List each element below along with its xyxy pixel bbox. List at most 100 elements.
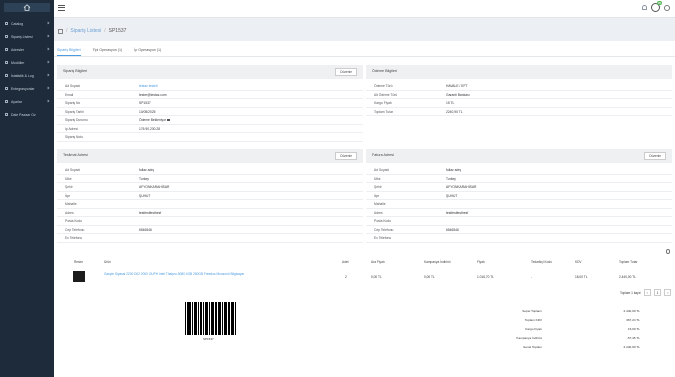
edit-order-button[interactable]: Düzenle xyxy=(335,68,357,76)
next-page-button[interactable]: › xyxy=(664,289,672,296)
info-row: Sipariş No SP1537 xyxy=(57,99,363,108)
column-header: Kampanya İndirimi xyxy=(424,260,451,264)
column-header: Fiyatı xyxy=(477,260,485,264)
info-row: Cep Telefonu 6546546 xyxy=(57,226,363,234)
sidebar-item-marketplace[interactable]: Dale Pazaar Oz xyxy=(0,108,54,121)
row-key: Adres xyxy=(374,210,383,215)
home-logo[interactable] xyxy=(4,3,50,12)
edit-shipping-button[interactable]: Düzenle xyxy=(335,152,357,160)
sidebar-item-catalog[interactable]: Catalog xyxy=(0,17,54,30)
row-key: Kargo Fiyatı xyxy=(374,101,392,105)
breadcrumb-orders-link[interactable]: Sipariş Listesi xyxy=(70,28,101,34)
tab-order-info[interactable]: Sipariş Bilgileri xyxy=(57,46,81,56)
total-value: 2.440,00 TL xyxy=(623,309,640,313)
sidebar-item-stats[interactable]: İstatistik & Log xyxy=(0,69,54,82)
edit-icon[interactable] xyxy=(167,118,170,121)
tab-divider xyxy=(54,56,675,57)
row-value: testfestfesthesf xyxy=(446,210,469,215)
home-icon[interactable] xyxy=(58,28,63,34)
logout-icon[interactable] xyxy=(664,4,670,11)
product-image[interactable] xyxy=(73,271,85,282)
prev-page-button[interactable]: ‹ xyxy=(643,289,651,296)
row-value: 176.90.230.28 xyxy=(139,126,161,131)
tab-ip-operations[interactable]: İp Operasyon (1) xyxy=(134,46,161,56)
user-icon[interactable]: 35 xyxy=(651,1,662,12)
edit-billing-button[interactable]: Düzenle xyxy=(644,152,666,160)
panel-title: Fatura Adresi xyxy=(372,153,394,157)
row-value: AFYONKARAHİSAR xyxy=(139,185,170,189)
breadcrumb-separator: / xyxy=(104,28,106,34)
barcode-bar xyxy=(225,302,227,335)
info-row: Posta Kodu xyxy=(57,217,363,226)
info-row: İlçe ŞUHUT xyxy=(57,192,363,200)
info-row: Sipariş Notu xyxy=(57,133,363,142)
info-row: Mahalle xyxy=(57,200,363,209)
tab-type-operations[interactable]: Tipi Operasyon (1) xyxy=(93,46,123,56)
column-header: Ara Fiyatı xyxy=(371,260,385,264)
barcode-bar xyxy=(219,302,222,335)
vat-cell: 18,00 TL xyxy=(575,275,588,279)
sidebar-item-addresses[interactable]: Adresler xyxy=(0,43,54,56)
breadcrumb-separator: / xyxy=(66,28,68,34)
breadcrumb-current: SP1537 xyxy=(108,28,127,34)
gear-icon[interactable] xyxy=(665,249,670,254)
menu-toggle-icon[interactable] xyxy=(58,5,65,12)
pagination: Toplam 1 kayıt ‹ 1 › xyxy=(620,289,672,296)
sidebar-item-label: İstatistik & Log xyxy=(11,73,34,78)
barcode-bar xyxy=(193,302,196,335)
total-row: Kargo Fiyatı 15,00 TL xyxy=(490,327,640,336)
row-value: HAVALE / EFT xyxy=(446,84,468,88)
info-row: Mahalle xyxy=(366,200,672,209)
row-value: Turkey xyxy=(446,176,456,181)
barcode-bar xyxy=(206,302,209,335)
panel-header: Ödeme Bilgileri xyxy=(366,65,672,79)
external-link-icon xyxy=(5,113,8,116)
row-value: testfestfesthesf xyxy=(139,210,162,215)
sidebar-item-modules[interactable]: Modüller xyxy=(0,56,54,69)
panel-header: Fatura Adresi Düzenle xyxy=(366,149,672,163)
row-key: İlçe xyxy=(65,193,71,198)
info-row: İlçe ŞUHUT xyxy=(366,192,672,200)
stats-icon xyxy=(5,74,8,77)
product-name-link[interactable]: Gaspin Siyasal 2200 D02 2000 OUPH Intel … xyxy=(104,272,294,276)
row-value: Turkey xyxy=(139,176,149,181)
info-row: Sipariş Tarihi 10/05/2025 xyxy=(57,108,363,116)
sidebar-item-label: Ayarlar xyxy=(11,99,23,104)
panel-title: Sipariş Bilgileri xyxy=(63,69,88,73)
info-row: Ad Soyadı fullaz adrş xyxy=(57,166,363,175)
total-cell: 2.440,00 TL xyxy=(619,275,636,279)
row-key: Adres xyxy=(65,210,74,215)
row-value: 6546546 xyxy=(446,227,459,232)
row-key: Alt Ödeme Türü xyxy=(374,92,398,97)
info-row: Ev Telefonu xyxy=(57,234,363,243)
page-number[interactable]: 1 xyxy=(653,289,662,296)
info-row: Cep Telefonu 6546546 xyxy=(366,226,672,234)
order-barcode xyxy=(185,302,236,336)
barcode-text: SP1537 xyxy=(203,337,214,341)
orders-icon xyxy=(5,35,8,38)
row-value: ŞUHUT xyxy=(446,193,458,198)
sidebar-item-orders[interactable]: Sipariş Listesi xyxy=(0,30,54,43)
row-key: İlçe xyxy=(374,193,380,198)
sidebar-item-integrations[interactable]: Entegrasyonlar xyxy=(0,82,54,95)
sidebar-nav: Catalog Sipariş Listesi Adresler Modülle… xyxy=(0,17,54,121)
record-count: Toplam 1 kayıt xyxy=(620,290,641,295)
info-row: Sipariş Durumu Ödeme Bekleniyor xyxy=(57,116,363,125)
column-header: Resim xyxy=(74,260,84,264)
sidebar-item-label: Modüller xyxy=(11,60,25,65)
total-label: Kampanya İndirimi xyxy=(516,336,542,340)
customer-name-link[interactable]: testaz testetl xyxy=(139,84,158,88)
info-row: Ad Soyadı fullaz adrş xyxy=(366,166,672,175)
panel-header: Sipariş Bilgileri Düzenle xyxy=(57,65,363,79)
total-value: 2.240,90 TL xyxy=(623,345,640,349)
bell-icon[interactable] xyxy=(642,5,647,10)
address-icon xyxy=(5,48,8,51)
info-row: Şehir AFYONKARAHİSAR xyxy=(366,183,672,192)
row-key: Ad Soyadı xyxy=(65,168,81,172)
sidebar-item-label: Sipariş Listesi xyxy=(11,34,33,39)
row-key: Ev Telefonu xyxy=(65,236,83,240)
sidebar-item-settings[interactable]: Ayarlar xyxy=(0,95,54,108)
home-icon xyxy=(23,4,31,11)
row-value: ŞUHUT xyxy=(139,193,151,198)
row-key: Ad Soyadı xyxy=(65,84,81,88)
